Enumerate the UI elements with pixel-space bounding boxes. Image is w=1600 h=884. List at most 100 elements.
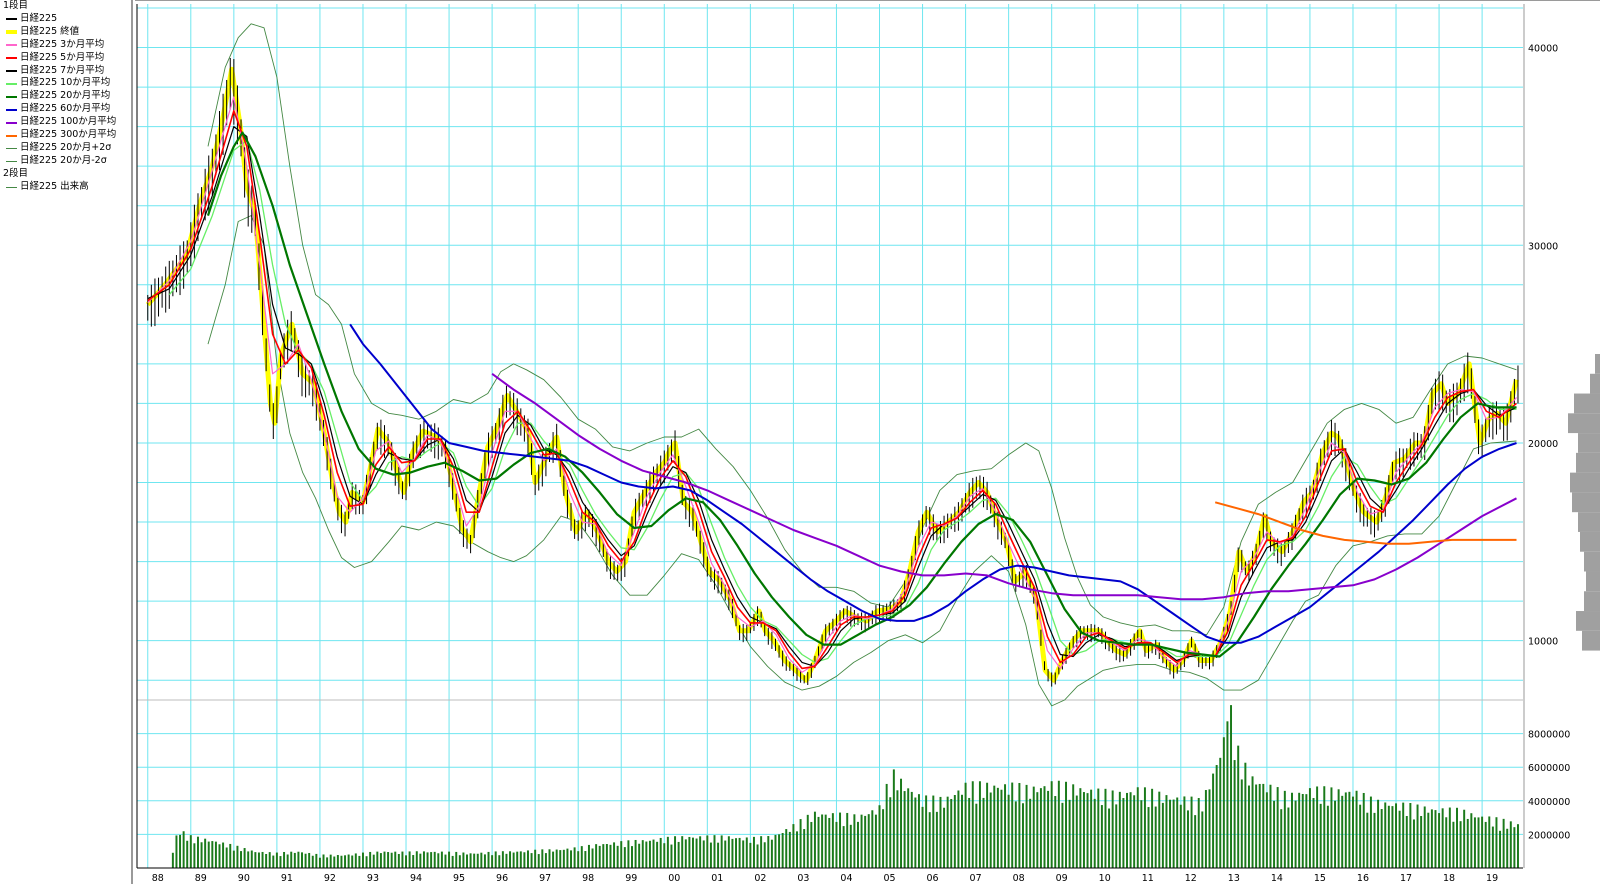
volume-bar xyxy=(415,851,418,868)
ma60-line xyxy=(349,323,1517,644)
volume-bar xyxy=(778,834,781,868)
volume-bar xyxy=(745,837,748,868)
volume-bar xyxy=(451,855,454,868)
x-tick-label: 88 xyxy=(152,873,164,884)
volume-bar xyxy=(394,851,397,868)
volume-bar xyxy=(562,849,565,868)
volume-bar xyxy=(358,855,361,868)
x-tick-label: 93 xyxy=(367,873,379,884)
volume-bar xyxy=(440,851,443,868)
volume-bar xyxy=(1405,815,1408,868)
volume-bar xyxy=(971,781,974,868)
volume-bar xyxy=(885,783,888,868)
volume-bar xyxy=(853,814,856,868)
volume-bar xyxy=(605,844,608,868)
volume-bar xyxy=(584,851,587,868)
volume-bar xyxy=(1319,803,1322,868)
volume-bar xyxy=(742,840,745,868)
volume-bar xyxy=(570,850,573,868)
volume-bar xyxy=(867,814,870,868)
volume-bar xyxy=(1100,805,1103,868)
price-volume-bar xyxy=(1568,413,1600,434)
volume-bar xyxy=(250,850,253,868)
volume-bar xyxy=(1316,786,1319,868)
volume-bar xyxy=(993,785,996,868)
volume-bar xyxy=(670,844,673,868)
volume-bar xyxy=(196,836,199,868)
volume-bar xyxy=(774,834,777,868)
volume-bar xyxy=(641,840,644,868)
volume-bar xyxy=(706,835,709,868)
volume-bar xyxy=(1420,815,1423,868)
volume-bar xyxy=(1122,798,1125,868)
volume-bar xyxy=(1258,783,1261,868)
volume-bar xyxy=(509,851,512,868)
volume-bar xyxy=(663,843,666,868)
volume-bar xyxy=(1323,786,1326,868)
volume-bar xyxy=(731,838,734,868)
volume-bar xyxy=(283,851,286,868)
volume-bar xyxy=(1025,784,1028,868)
volume-bar xyxy=(821,814,824,868)
volume-bar xyxy=(430,852,433,868)
volume-bar xyxy=(444,854,447,868)
x-tick-label: 01 xyxy=(711,873,723,884)
volume-bar xyxy=(254,852,257,868)
volume-bar xyxy=(473,853,476,868)
volume-bar xyxy=(1355,790,1358,868)
volume-bar xyxy=(257,852,260,868)
volume-bar xyxy=(1111,790,1114,868)
volume-bar xyxy=(1276,787,1279,868)
volume-bar xyxy=(537,854,540,868)
volume-bar xyxy=(613,842,616,868)
volume-bar xyxy=(1283,790,1286,868)
volume-bar xyxy=(943,807,946,868)
volume-bar xyxy=(437,853,440,868)
volume-bar xyxy=(534,849,537,868)
price-volume-bar xyxy=(1586,571,1600,592)
volume-bar xyxy=(760,836,763,868)
volume-bar xyxy=(910,791,913,868)
volume-bar xyxy=(171,852,174,868)
volume-bar xyxy=(659,837,662,868)
volume-bar xyxy=(1481,816,1484,868)
volume-bar xyxy=(1312,798,1315,868)
volume-bar xyxy=(767,836,770,868)
volume-bar xyxy=(860,814,863,868)
volume-bar xyxy=(677,841,680,868)
volume-bar xyxy=(326,857,329,868)
volume-bar xyxy=(243,848,246,868)
volume-bar xyxy=(907,788,910,868)
volume-bar xyxy=(1373,812,1376,868)
volume-bar xyxy=(279,856,282,868)
volume-bar xyxy=(1434,810,1437,868)
volume-bar xyxy=(932,795,935,868)
x-tick-label: 98 xyxy=(582,873,594,884)
volume-bar xyxy=(426,852,429,868)
volume-bar xyxy=(1326,805,1329,868)
volume-bar xyxy=(347,854,350,868)
volume-bar xyxy=(591,848,594,868)
volume-bar xyxy=(555,849,558,868)
volume-bar xyxy=(756,844,759,868)
volume-bar xyxy=(329,854,332,868)
volume-bar xyxy=(408,851,411,868)
band-upper-line xyxy=(207,23,1517,636)
ma3-line xyxy=(147,96,1517,673)
volume-bar xyxy=(1298,792,1301,868)
volume-bar xyxy=(301,852,303,868)
price-tick-label: 20000 xyxy=(1528,439,1558,450)
x-tick-label: 07 xyxy=(970,873,982,884)
volume-bar xyxy=(552,851,555,868)
volume-bar xyxy=(727,836,730,868)
volume-bar xyxy=(1018,782,1021,868)
volume-bar xyxy=(1452,821,1455,868)
volume-bar xyxy=(1448,807,1451,868)
volume-bar xyxy=(1136,787,1139,868)
price-volume-bar xyxy=(1578,433,1600,453)
volume-bar xyxy=(645,841,648,868)
volume-bar xyxy=(799,819,802,868)
volume-bar xyxy=(186,840,189,868)
volume-bar xyxy=(1029,798,1032,868)
volume-bar xyxy=(1509,821,1512,868)
